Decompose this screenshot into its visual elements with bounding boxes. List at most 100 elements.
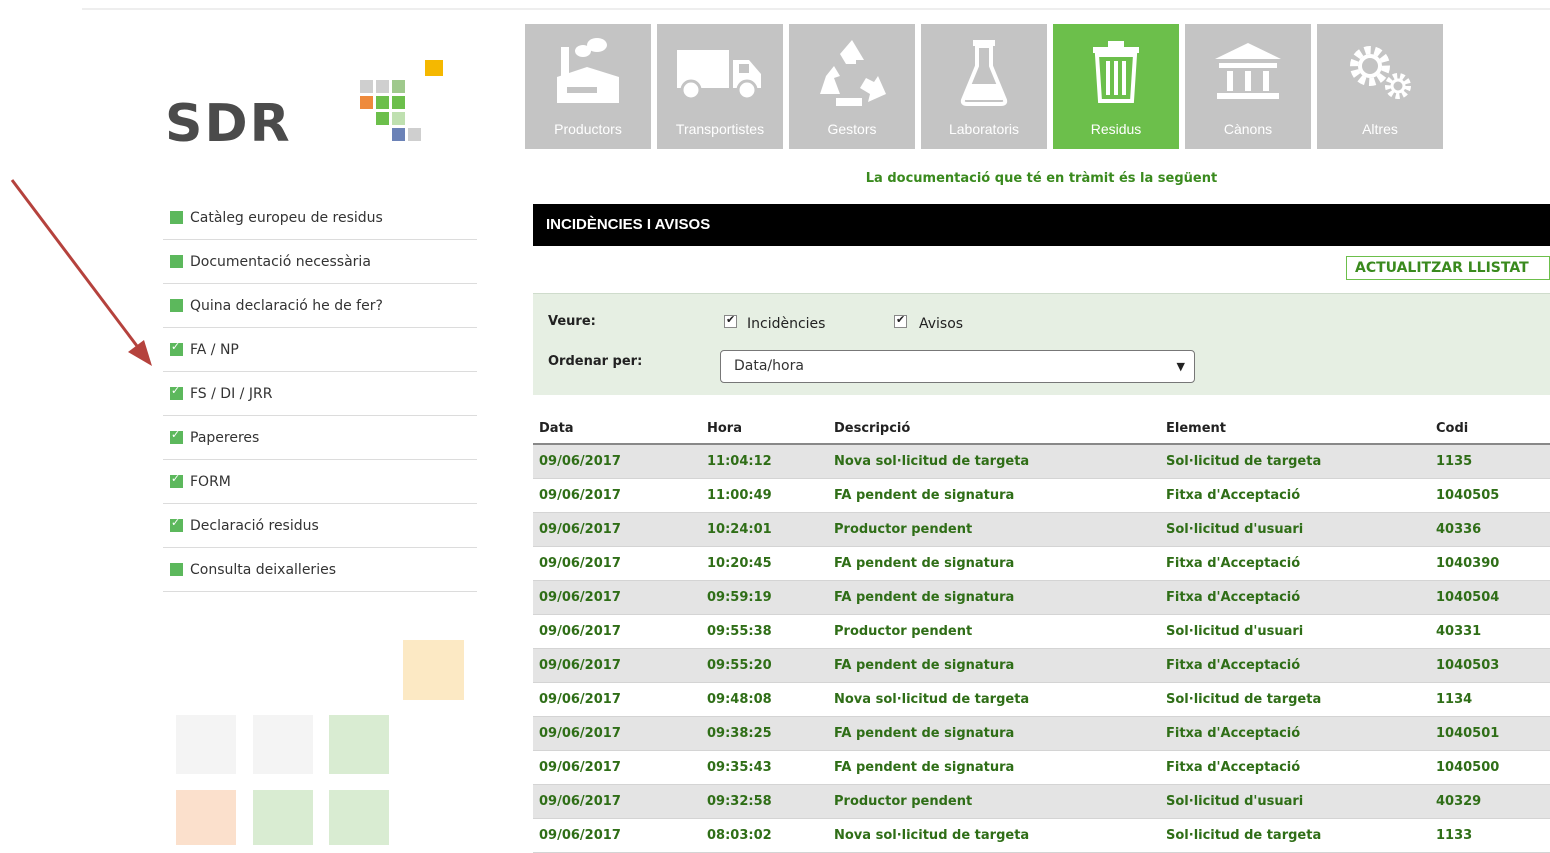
column-header-codi[interactable]: Codi (1430, 413, 1550, 445)
tab-altres[interactable]: Altres (1317, 24, 1443, 149)
cell-time[interactable]: 11:04:12 (701, 444, 828, 479)
cell-date[interactable]: 09/06/2017 (533, 682, 701, 717)
cell-description[interactable]: FA pendent de signatura (828, 546, 1160, 581)
cell-date[interactable]: 09/06/2017 (533, 818, 701, 853)
cell-description[interactable]: FA pendent de signatura (828, 580, 1160, 615)
cell-date[interactable]: 09/06/2017 (533, 580, 701, 615)
cell-time[interactable]: 09:55:20 (701, 648, 828, 683)
table-row[interactable]: 09/06/2017 11:04:12 Nova sol·licitud de ta… (533, 444, 1550, 479)
column-header-data[interactable]: Data (533, 413, 701, 445)
cell-time[interactable]: 10:20:45 (701, 546, 828, 581)
cell-code[interactable]: 1040505 (1430, 478, 1550, 513)
cell-description[interactable]: FA pendent de signatura (828, 750, 1160, 785)
cell-element[interactable]: Fitxa d'Acceptació (1160, 478, 1430, 513)
cell-description[interactable]: FA pendent de signatura (828, 478, 1160, 513)
cell-time[interactable]: 09:38:25 (701, 716, 828, 751)
cell-element[interactable]: Sol·licitud de targeta (1160, 444, 1430, 479)
cell-code[interactable]: 1135 (1430, 444, 1550, 479)
column-header-hora[interactable]: Hora (701, 413, 828, 445)
cell-date[interactable]: 09/06/2017 (533, 784, 701, 819)
refresh-list-button[interactable]: ACTUALITZAR LLISTAT (1346, 256, 1550, 280)
sidebar-item-fa-np[interactable]: FA / NP (163, 328, 477, 372)
cell-description[interactable]: Nova sol·licitud de targeta (828, 444, 1160, 479)
cell-date[interactable]: 09/06/2017 (533, 444, 701, 479)
table-row[interactable]: 09/06/2017 10:24:01 Productor pendent Sol·l… (533, 512, 1550, 547)
cell-date[interactable]: 09/06/2017 (533, 478, 701, 513)
cell-code[interactable]: 40329 (1430, 784, 1550, 819)
sidebar-item-quina-declaracio[interactable]: Quina declaració he de fer? (163, 284, 477, 328)
cell-element[interactable]: Sol·licitud de targeta (1160, 818, 1430, 853)
cell-code[interactable]: 1040390 (1430, 546, 1550, 581)
tab-productors[interactable]: Productors (525, 24, 651, 149)
cell-time[interactable]: 09:35:43 (701, 750, 828, 785)
cell-time[interactable]: 11:00:49 (701, 478, 828, 513)
table-row[interactable]: 09/06/2017 09:38:25 FA pendent de signatur… (533, 716, 1550, 751)
cell-time[interactable]: 09:59:19 (701, 580, 828, 615)
cell-date[interactable]: 09/06/2017 (533, 648, 701, 683)
table-row[interactable]: 09/06/2017 09:55:20 FA pendent de signatur… (533, 648, 1550, 683)
cell-code[interactable]: 40331 (1430, 614, 1550, 649)
cell-date[interactable]: 09/06/2017 (533, 750, 701, 785)
cell-description[interactable]: Productor pendent (828, 784, 1160, 819)
cell-element[interactable]: Sol·licitud d'usuari (1160, 614, 1430, 649)
cell-description[interactable]: FA pendent de signatura (828, 648, 1160, 683)
table-row[interactable]: 09/06/2017 10:20:45 FA pendent de signatur… (533, 546, 1550, 581)
table-row[interactable]: 09/06/2017 09:59:19 FA pendent de signatur… (533, 580, 1550, 615)
logo-square (392, 128, 405, 141)
cell-date[interactable]: 09/06/2017 (533, 512, 701, 547)
cell-code[interactable]: 1040500 (1430, 750, 1550, 785)
cell-description[interactable]: Productor pendent (828, 614, 1160, 649)
cell-time[interactable]: 10:24:01 (701, 512, 828, 547)
cell-element[interactable]: Sol·licitud d'usuari (1160, 512, 1430, 547)
sidebar-item-declaracio-residus[interactable]: Declaració residus (163, 504, 477, 548)
cell-element[interactable]: Sol·licitud d'usuari (1160, 784, 1430, 819)
table-row[interactable]: 09/06/2017 09:35:43 FA pendent de signatur… (533, 750, 1550, 785)
cell-element[interactable]: Fitxa d'Acceptació (1160, 580, 1430, 615)
cell-element[interactable]: Fitxa d'Acceptació (1160, 716, 1430, 751)
cell-code[interactable]: 1133 (1430, 818, 1550, 853)
cell-description[interactable]: Nova sol·licitud de targeta (828, 818, 1160, 853)
cell-element[interactable]: Fitxa d'Acceptació (1160, 546, 1430, 581)
cell-code[interactable]: 1134 (1430, 682, 1550, 717)
cell-element[interactable]: Fitxa d'Acceptació (1160, 750, 1430, 785)
cell-element[interactable]: Sol·licitud de targeta (1160, 682, 1430, 717)
cell-code[interactable]: 40336 (1430, 512, 1550, 547)
tab-canons[interactable]: Cànons (1185, 24, 1311, 149)
sidebar-item-cataleg[interactable]: Catàleg europeu de residus (163, 196, 477, 240)
sidebar-item-papereres[interactable]: Papereres (163, 416, 477, 460)
sidebar-item-form[interactable]: FORM (163, 460, 477, 504)
tab-transportistes[interactable]: Transportistes (657, 24, 783, 149)
sidebar-item-consulta-deixalleries[interactable]: Consulta deixalleries (163, 548, 477, 592)
sidebar-item-documentacio[interactable]: Documentació necessària (163, 240, 477, 284)
table-row[interactable]: 09/06/2017 09:32:58 Productor pendent Sol·l… (533, 784, 1550, 819)
cell-description[interactable]: Nova sol·licitud de targeta (828, 682, 1160, 717)
cell-description[interactable]: Productor pendent (828, 512, 1160, 547)
cell-element[interactable]: Fitxa d'Acceptació (1160, 648, 1430, 683)
tab-gestors[interactable]: Gestors (789, 24, 915, 149)
cell-code[interactable]: 1040501 (1430, 716, 1550, 751)
cell-time[interactable]: 09:48:08 (701, 682, 828, 717)
sidebar-item-fs-di-jrr[interactable]: FS / DI / JRR (163, 372, 477, 416)
cell-date[interactable]: 09/06/2017 (533, 546, 701, 581)
sdr-logo[interactable]: SDR (165, 60, 450, 150)
cell-date[interactable]: 09/06/2017 (533, 614, 701, 649)
table-row[interactable]: 09/06/2017 08:03:02 Nova sol·licitud de ta… (533, 818, 1550, 853)
cell-time[interactable]: 09:55:38 (701, 614, 828, 649)
column-header-descripcio[interactable]: Descripció (828, 413, 1160, 445)
cell-code[interactable]: 1040504 (1430, 580, 1550, 615)
cell-code[interactable]: 1040503 (1430, 648, 1550, 683)
cell-date[interactable]: 09/06/2017 (533, 716, 701, 751)
tab-laboratoris[interactable]: Laboratoris (921, 24, 1047, 149)
tab-residus[interactable]: Residus (1053, 24, 1179, 149)
check-square-icon (170, 384, 183, 400)
order-select[interactable]: Data/hora ▼ (720, 350, 1195, 383)
cell-time[interactable]: 09:32:58 (701, 784, 828, 819)
table-row[interactable]: 09/06/2017 09:48:08 Nova sol·licitud de ta… (533, 682, 1550, 717)
cell-description[interactable]: FA pendent de signatura (828, 716, 1160, 751)
column-header-element[interactable]: Element (1160, 413, 1430, 445)
notices-checkbox[interactable] (894, 313, 907, 328)
cell-time[interactable]: 08:03:02 (701, 818, 828, 853)
table-row[interactable]: 09/06/2017 11:00:49 FA pendent de signatur… (533, 478, 1550, 513)
incidences-checkbox[interactable] (724, 313, 737, 328)
table-row[interactable]: 09/06/2017 09:55:38 Productor pendent Sol·l… (533, 614, 1550, 649)
